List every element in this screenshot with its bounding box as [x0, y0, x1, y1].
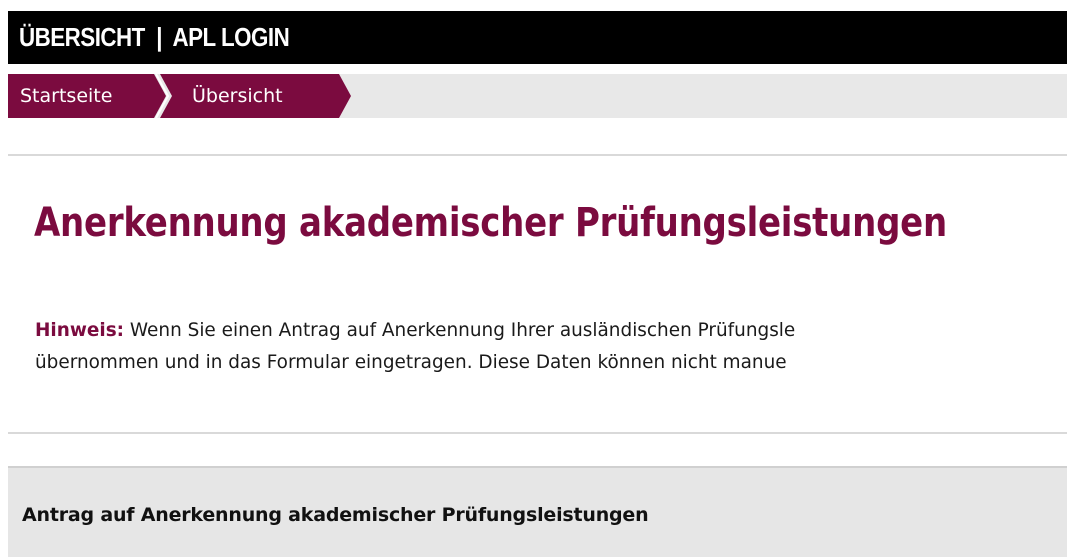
nav-link-apl-login[interactable]: APL LOGIN: [173, 22, 290, 52]
notice-line-2: übernommen und in das Formular eingetrag…: [35, 351, 787, 373]
breadcrumb: Startseite Übersicht: [8, 74, 1067, 118]
notice-label: Hinweis:: [35, 319, 125, 341]
breadcrumb-item-uebersicht[interactable]: Übersicht: [192, 74, 283, 118]
page-title: Anerkennung akademischer Prüfungsleistun…: [34, 200, 947, 246]
section-heading: Antrag auf Anerkennung akademischer Prüf…: [22, 504, 649, 526]
breadcrumb-item-startseite[interactable]: Startseite: [20, 74, 112, 118]
top-navigation-bar: ÜBERSICHT | APL LOGIN: [8, 11, 1067, 64]
divider-top: [8, 154, 1067, 156]
nav-separator: |: [156, 22, 162, 52]
divider-bottom: [8, 432, 1067, 434]
nav-link-uebersicht[interactable]: ÜBERSICHT: [19, 22, 145, 52]
top-nav-text: ÜBERSICHT | APL LOGIN: [19, 22, 290, 53]
notice-text: Hinweis: Wenn Sie einen Antrag auf Anerk…: [35, 314, 1067, 378]
page: ÜBERSICHT | APL LOGIN Startseite Übersic…: [0, 0, 1067, 557]
notice-line-1: Hinweis: Wenn Sie einen Antrag auf Anerk…: [35, 314, 1067, 346]
application-section-panel: Antrag auf Anerkennung akademischer Prüf…: [8, 466, 1067, 557]
notice-line-1-text: Wenn Sie einen Antrag auf Anerkennung Ih…: [124, 319, 796, 341]
